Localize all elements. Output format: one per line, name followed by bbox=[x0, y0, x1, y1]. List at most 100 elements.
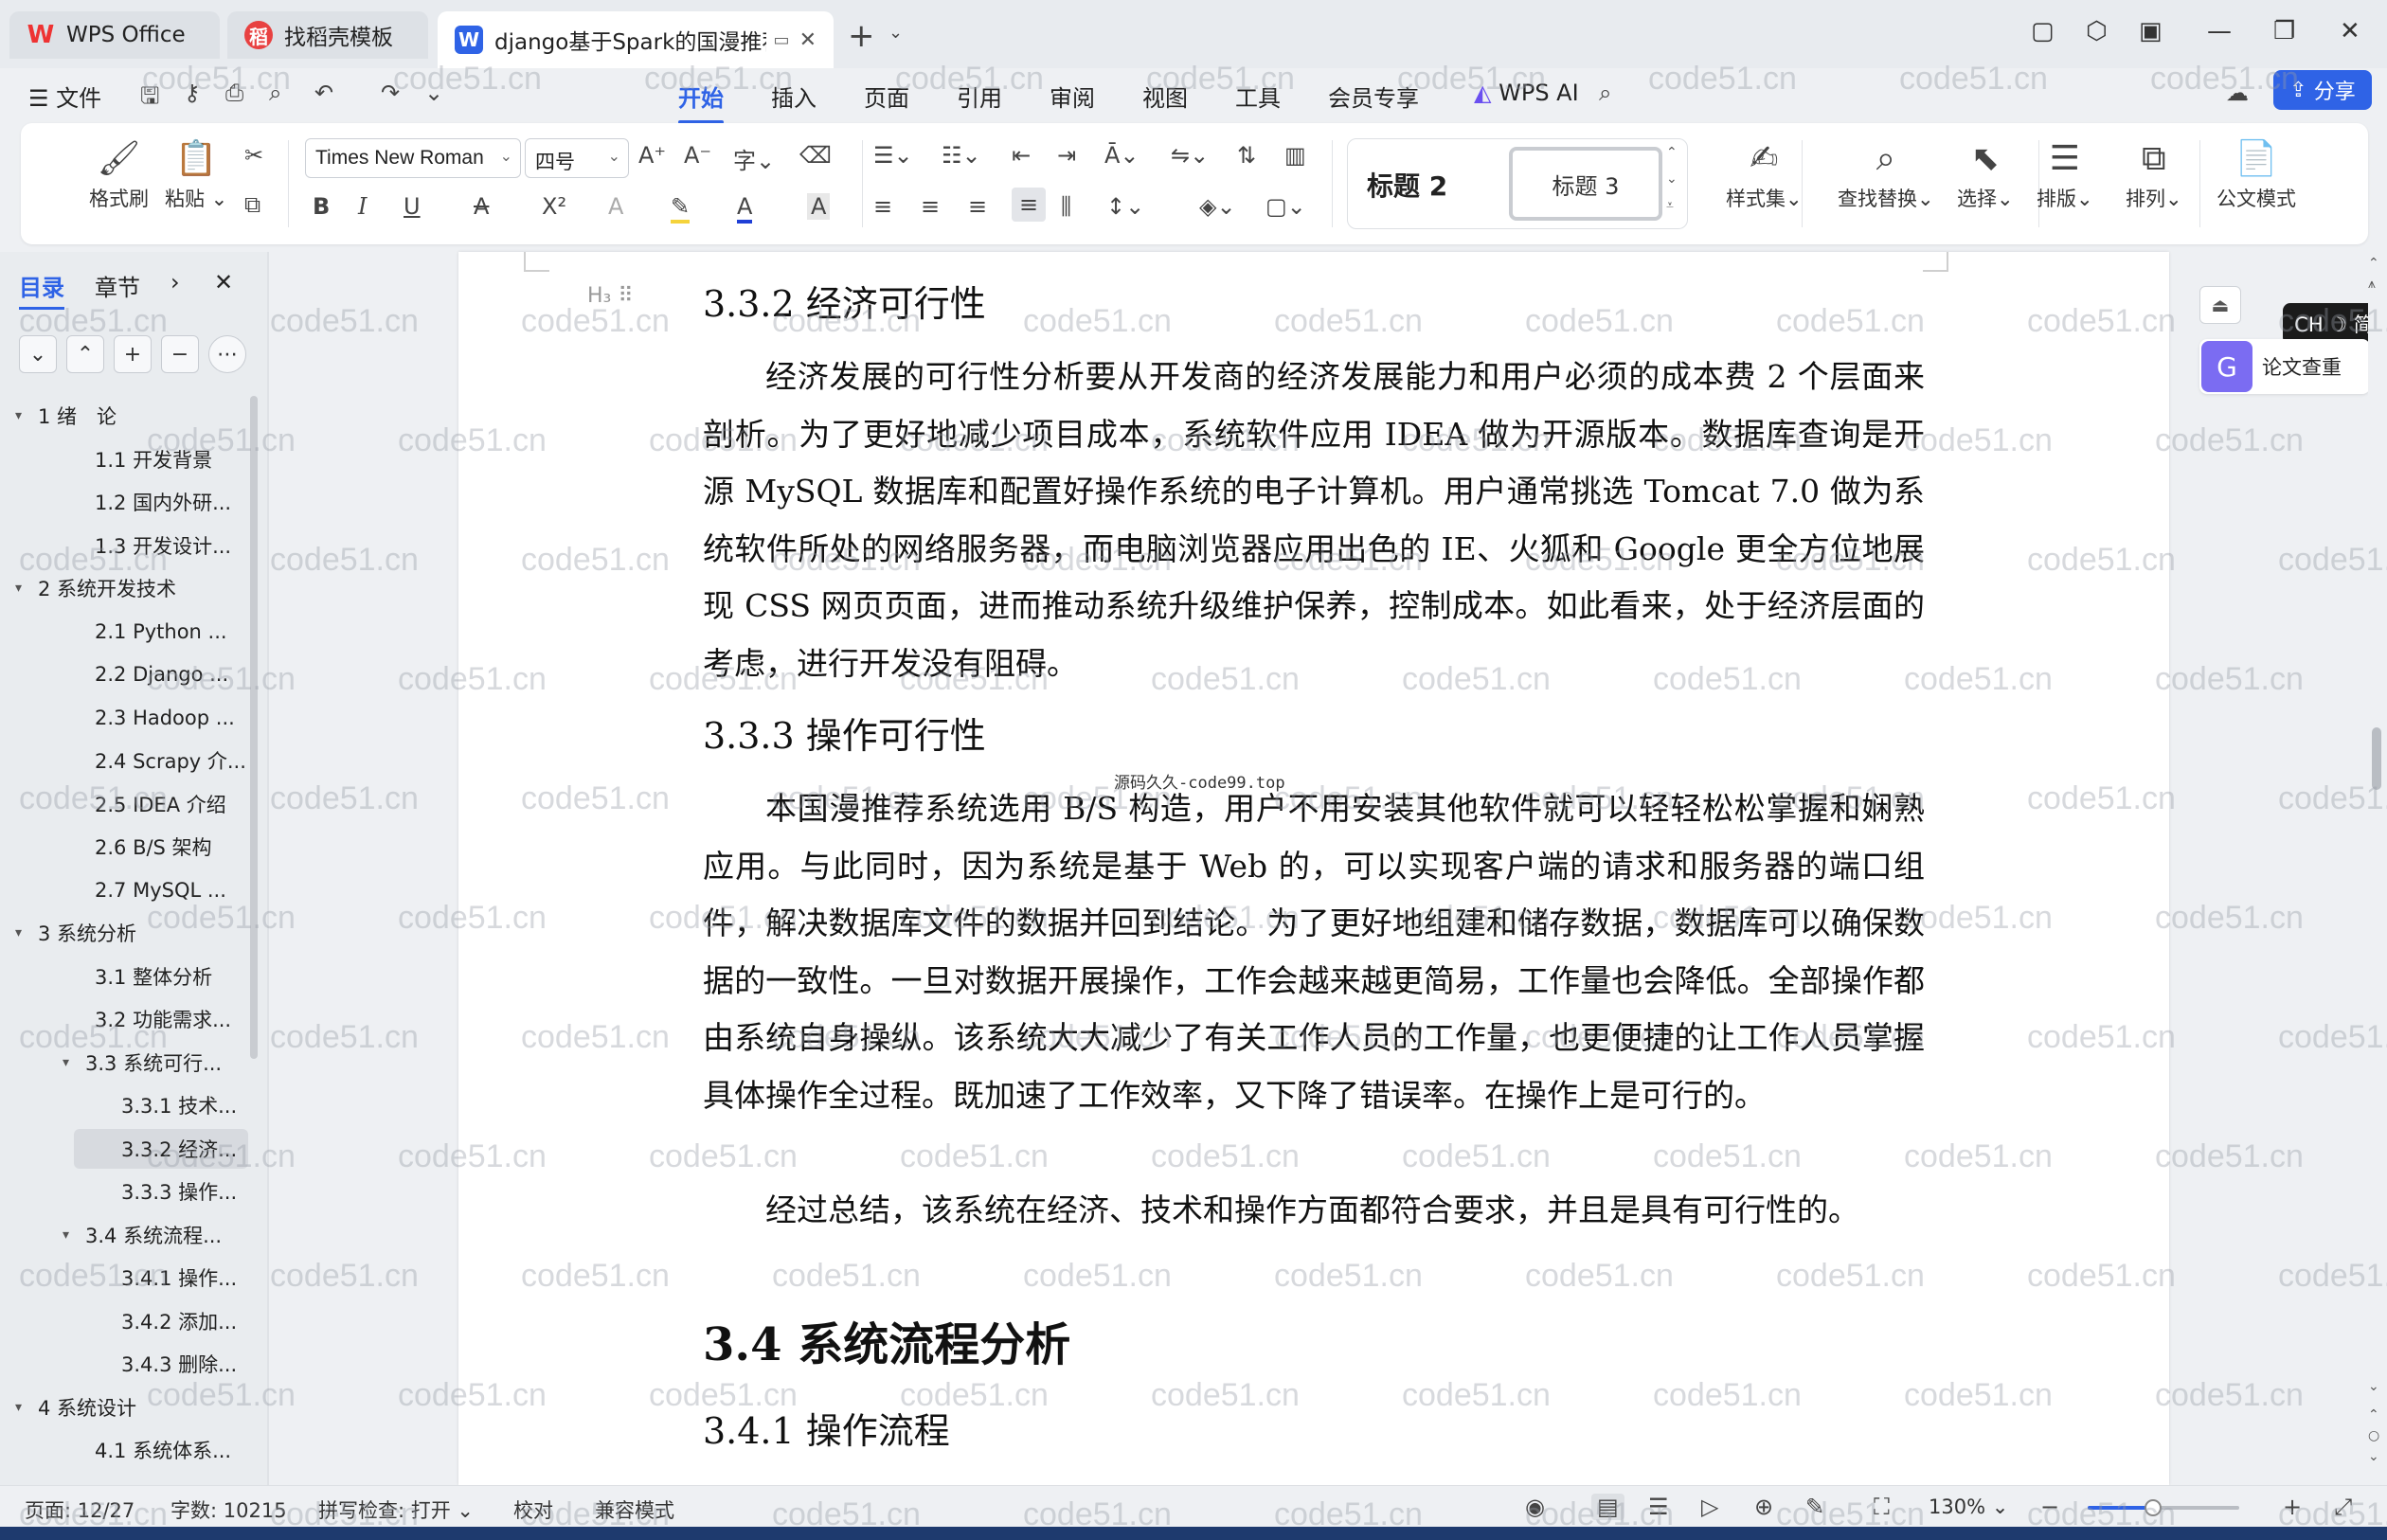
style-heading-3[interactable]: 标题 3 bbox=[1509, 147, 1662, 221]
copy-icon[interactable]: ⧉ bbox=[244, 191, 260, 218]
toc-item[interactable]: 4.1 系统体系... bbox=[0, 1430, 248, 1470]
shading-icon[interactable]: ◈⌄ bbox=[1199, 193, 1236, 220]
layout-button[interactable]: ☰ 排版⌄ bbox=[2037, 136, 2093, 212]
minimize-icon[interactable]: — bbox=[2207, 17, 2232, 45]
search-icon[interactable]: ⌕ bbox=[1599, 80, 1611, 106]
play-icon[interactable]: ▷ bbox=[1701, 1494, 1718, 1520]
toc-expand-icon[interactable]: ▾ bbox=[15, 581, 32, 596]
style-heading-2[interactable]: 标题 2 bbox=[1367, 166, 1447, 204]
text-direction-icon[interactable]: Ā⌄ bbox=[1104, 142, 1140, 169]
tab-document[interactable]: W django基于Spark的国漫推荐 ▭ ✕ bbox=[438, 11, 834, 68]
toc-expand-icon[interactable]: ▾ bbox=[63, 1227, 80, 1243]
font-name-select[interactable]: Times New Roman ⌄ bbox=[305, 138, 521, 178]
tab-home[interactable]: 开始 bbox=[678, 80, 724, 124]
toc-item[interactable]: ▾ 4 系统设计 bbox=[0, 1388, 248, 1427]
outline-view-icon[interactable]: ☰ bbox=[1648, 1494, 1669, 1520]
window-layout-icon[interactable]: ▢ bbox=[2031, 17, 2055, 45]
toc-item[interactable]: 3.4.3 删除... bbox=[0, 1344, 248, 1384]
toc-item[interactable]: 1.2 国内外研... bbox=[0, 482, 248, 522]
font-size-select[interactable]: 四号 ⌄ bbox=[525, 138, 629, 178]
align-right-icon[interactable]: ≡ bbox=[968, 193, 987, 220]
page-count[interactable]: 页面: 12/27 bbox=[25, 1495, 135, 1524]
toc-item[interactable]: 3.1 整体分析 bbox=[0, 957, 248, 996]
border-icon[interactable]: ▢⌄ bbox=[1265, 193, 1306, 220]
scroll-down-icon[interactable]: ⌄ bbox=[2368, 1379, 2379, 1394]
toc-item[interactable]: 3.3.3 操作... bbox=[0, 1172, 248, 1211]
print-icon[interactable]: ⎙ bbox=[225, 80, 243, 106]
toc-item[interactable]: 1.1 开发背景 bbox=[0, 439, 248, 479]
toc-item[interactable]: 2.5 IDEA 介绍 bbox=[0, 784, 248, 824]
paper-check-button[interactable]: G 论文查重 bbox=[2199, 339, 2370, 394]
zoom-slider-knob[interactable] bbox=[2144, 1499, 2162, 1516]
zoom-in-icon[interactable]: + bbox=[2283, 1494, 2302, 1520]
toc-item[interactable]: ▾ 3.3 系统可行... bbox=[0, 1043, 248, 1083]
fit-page-icon[interactable]: ⛶ bbox=[1874, 1494, 1890, 1520]
find-replace-button[interactable]: ⌕ 查找替换⌄ bbox=[1838, 136, 1934, 212]
bold-button[interactable]: B bbox=[313, 193, 330, 220]
toc-item[interactable]: ▾ 1 绪 论 bbox=[0, 396, 248, 436]
toc-item[interactable]: 3.3.1 技术... bbox=[0, 1085, 248, 1125]
toc-item[interactable]: 3.2 功能需求... bbox=[0, 999, 248, 1039]
prev-page-icon[interactable]: ⌃ bbox=[2368, 1407, 2379, 1423]
format-painter-button[interactable]: 🖌 格式刷 bbox=[89, 136, 149, 212]
justify-icon[interactable]: ≡ bbox=[1012, 188, 1047, 222]
proofread-button[interactable]: 校对 bbox=[513, 1495, 553, 1524]
tab-references[interactable]: 引用 bbox=[957, 80, 1002, 113]
undo-icon[interactable]: ↶ bbox=[314, 80, 333, 106]
paste-button[interactable]: 📋 粘贴 ⌄ bbox=[165, 136, 227, 212]
toc-item[interactable]: ▾ 2 系统开发技术 bbox=[0, 568, 248, 608]
cut-icon[interactable]: ✂ bbox=[244, 142, 263, 169]
cloud-icon[interactable]: ☁ bbox=[2226, 80, 2249, 106]
new-tab-icon[interactable]: + bbox=[848, 17, 875, 55]
vertical-scrollbar[interactable] bbox=[2368, 252, 2387, 1485]
clear-format-icon[interactable]: ⌫ bbox=[799, 142, 832, 169]
toc-expand-icon[interactable]: ▾ bbox=[15, 1400, 32, 1415]
tab-wps-office[interactable]: W WPS Office bbox=[9, 11, 220, 59]
spell-check-toggle[interactable]: 拼写检查: 打开 ⌄ bbox=[318, 1495, 474, 1524]
char-shading-button[interactable]: A bbox=[807, 193, 831, 220]
save-icon[interactable]: 🖫 bbox=[140, 80, 159, 118]
select-button[interactable]: ⬉ 选择⌄ bbox=[1957, 136, 2014, 212]
zoom-level[interactable]: 130% ⌄ bbox=[1929, 1495, 2008, 1518]
toc-item[interactable]: 2.2 Django ... bbox=[0, 654, 248, 694]
toc-item[interactable]: 2.7 MySQL ... bbox=[0, 870, 248, 910]
chevron-down-icon[interactable]: ⌄ bbox=[888, 23, 903, 43]
scrollbar-thumb[interactable] bbox=[2372, 727, 2381, 790]
heading-drag-handle-icon[interactable]: H₃ ⠿ bbox=[587, 284, 633, 308]
scroll-up-icon[interactable]: ⌃ bbox=[2368, 256, 2379, 271]
align-center-icon[interactable]: ≡ bbox=[921, 193, 940, 220]
align-left-icon[interactable]: ≡ bbox=[873, 193, 892, 220]
font-color-button[interactable]: A bbox=[737, 193, 753, 224]
tab-toc[interactable]: 目录 bbox=[19, 269, 64, 310]
line-spacing-icon[interactable]: ↕⌄ bbox=[1106, 193, 1144, 220]
toc-item[interactable]: 1.3 开发设计... bbox=[0, 526, 248, 565]
scroll-page-up-icon[interactable]: ⩚ bbox=[2368, 277, 2376, 292]
bullet-list-icon[interactable]: ☰⌄ bbox=[873, 142, 913, 169]
web-view-icon[interactable]: ⊕ bbox=[1754, 1494, 1773, 1520]
expand-gallery-icon[interactable]: ⩡ bbox=[1666, 198, 1674, 213]
toc-item[interactable]: ▾ 3 系统分析 bbox=[0, 913, 248, 953]
sort-icon[interactable]: ⇅ bbox=[1237, 142, 1256, 169]
toc-expand-icon[interactable]: ▾ bbox=[15, 408, 32, 423]
nav-scrollbar[interactable] bbox=[250, 396, 258, 1059]
page-view-icon[interactable]: ▤ bbox=[1591, 1494, 1624, 1520]
tab-insert[interactable]: 插入 bbox=[771, 80, 817, 113]
arrange-button[interactable]: ⧉ 排列⌄ bbox=[2126, 136, 2182, 212]
cube-icon[interactable]: ⬡ bbox=[2086, 17, 2108, 45]
close-tab-icon[interactable]: ✕ bbox=[799, 28, 817, 52]
zoom-slider[interactable] bbox=[2088, 1499, 2239, 1516]
select-browse-icon[interactable]: ○ bbox=[2368, 1428, 2379, 1443]
text-effect-icon[interactable]: A bbox=[608, 193, 623, 220]
add-heading-button[interactable]: + bbox=[114, 335, 152, 373]
shrink-font-icon[interactable]: A⁻ bbox=[684, 142, 711, 169]
chevron-down-icon[interactable]: ⌄ bbox=[1666, 171, 1678, 187]
close-icon[interactable]: ✕ bbox=[214, 269, 233, 295]
toc-item[interactable]: 3.4.2 添加... bbox=[0, 1301, 248, 1341]
restore-icon[interactable]: ❐ bbox=[2273, 17, 2295, 45]
superscript-button[interactable]: X² bbox=[542, 193, 566, 220]
tab-page[interactable]: 页面 bbox=[864, 80, 909, 113]
remove-heading-button[interactable]: − bbox=[161, 335, 199, 373]
toc-expand-icon[interactable]: ▾ bbox=[63, 1055, 80, 1070]
official-mode-button[interactable]: 📄 公文模式 bbox=[2216, 136, 2296, 212]
toc-item[interactable]: 2.1 Python ... bbox=[0, 612, 248, 652]
